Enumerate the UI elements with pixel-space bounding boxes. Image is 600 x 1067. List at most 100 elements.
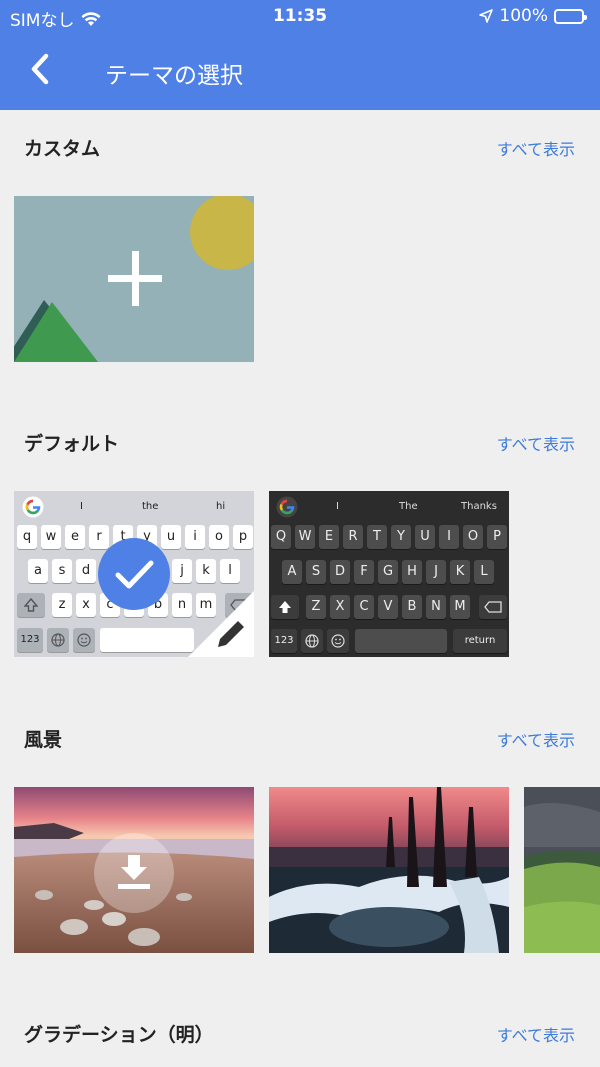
theme-tile-beach-sunset[interactable] xyxy=(14,787,254,953)
key: e xyxy=(65,525,85,549)
back-button[interactable] xyxy=(22,46,62,92)
key: x xyxy=(76,593,96,617)
key: T xyxy=(367,525,387,549)
return-key: return xyxy=(453,629,507,653)
google-logo-icon xyxy=(22,496,44,518)
app-bar: SIMなし 11:35 100% テーマの選択 xyxy=(0,0,600,110)
key: j xyxy=(172,559,192,583)
shift-key xyxy=(17,593,45,617)
page-title: テーマの選択 xyxy=(105,63,243,89)
key: I xyxy=(439,525,459,549)
suggestion-word: The xyxy=(399,501,418,512)
key: L xyxy=(474,560,494,584)
download-icon xyxy=(94,833,174,913)
key: O xyxy=(463,525,483,549)
key: R xyxy=(343,525,363,549)
key: P xyxy=(487,525,507,549)
google-logo-icon xyxy=(276,496,298,518)
section-title: デフォルト xyxy=(24,433,120,455)
see-all-link[interactable]: すべて表示 xyxy=(497,431,575,455)
key: J xyxy=(426,560,446,584)
see-all-link[interactable]: すべて表示 xyxy=(497,136,575,160)
key: l xyxy=(220,559,240,583)
key: H xyxy=(402,560,422,584)
globe-key xyxy=(301,629,323,653)
shift-key xyxy=(271,595,299,619)
suggestion-word: I xyxy=(80,501,83,512)
key: a xyxy=(28,559,48,583)
battery-icon xyxy=(554,8,587,24)
backspace-icon xyxy=(484,601,502,613)
key: W xyxy=(295,525,315,549)
see-all-link[interactable]: すべて表示 xyxy=(497,727,575,751)
theme-tile-frozen-waterfall[interactable] xyxy=(269,787,509,953)
emoji-icon xyxy=(77,633,91,647)
key: X xyxy=(330,595,350,619)
key: N xyxy=(426,595,446,619)
section-header-default: デフォルト すべて表示 xyxy=(0,421,600,461)
section-title: カスタム xyxy=(24,138,101,160)
key: q xyxy=(17,525,37,549)
chevron-left-icon xyxy=(31,53,49,85)
suggestion-word: I xyxy=(336,501,339,512)
key: S xyxy=(306,560,326,584)
section-header-landscape: 風景 すべて表示 xyxy=(0,717,600,757)
key: C xyxy=(354,595,374,619)
key: M xyxy=(450,595,470,619)
shift-icon xyxy=(23,597,39,612)
space-key xyxy=(355,629,447,653)
theme-tile-light-keyboard[interactable]: I the hi q w e r t y u i o p a s d f g h… xyxy=(14,491,254,657)
shift-icon xyxy=(279,601,291,613)
suggestion-word: Thanks xyxy=(461,501,497,512)
key: d xyxy=(76,559,96,583)
theme-tile-green-hills[interactable] xyxy=(524,787,600,953)
emoji-icon xyxy=(331,634,345,648)
status-bar: SIMなし 11:35 100% xyxy=(0,0,600,32)
globe-icon xyxy=(51,633,65,647)
section-header-custom: カスタム すべて表示 xyxy=(0,126,600,166)
key: w xyxy=(41,525,61,549)
key: o xyxy=(209,525,229,549)
green-hills-image xyxy=(524,787,600,953)
checkmark-icon xyxy=(115,560,154,589)
key: Q xyxy=(271,525,291,549)
emoji-key xyxy=(73,628,95,652)
toolbar: テーマの選択 xyxy=(0,32,600,110)
section-title: 風景 xyxy=(24,729,63,751)
location-arrow-icon xyxy=(479,9,494,23)
numbers-key: 123 xyxy=(271,629,297,653)
key: B xyxy=(402,595,422,619)
frozen-waterfall-image xyxy=(269,787,509,953)
emoji-key xyxy=(327,629,349,653)
edit-theme-button[interactable] xyxy=(188,591,254,657)
key: A xyxy=(282,560,302,584)
key: Y xyxy=(391,525,411,549)
suggestion-strip: I The Thanks xyxy=(269,491,509,521)
key: F xyxy=(354,560,374,584)
add-custom-theme-tile[interactable] xyxy=(14,196,254,362)
globe-key xyxy=(47,628,69,652)
key: G xyxy=(378,560,398,584)
key: E xyxy=(319,525,339,549)
numbers-key: 123 xyxy=(17,628,43,652)
section-header-gradient-light: グラデーション（明） すべて表示 xyxy=(0,1012,600,1052)
key: s xyxy=(52,559,72,583)
globe-icon xyxy=(305,634,319,648)
key: K xyxy=(450,560,470,584)
selected-check-badge xyxy=(98,538,170,610)
key: Z xyxy=(306,595,326,619)
theme-tile-dark-keyboard[interactable]: I The Thanks Q W E R T Y U I O P A S D F… xyxy=(269,491,509,657)
key: p xyxy=(233,525,253,549)
suggestion-strip: I the hi xyxy=(14,491,254,521)
battery-percent: 100% xyxy=(499,6,548,26)
key: V xyxy=(378,595,398,619)
suggestion-word: hi xyxy=(216,501,226,512)
see-all-link[interactable]: すべて表示 xyxy=(497,1022,575,1046)
key: i xyxy=(185,525,205,549)
status-right: 100% xyxy=(479,6,587,26)
key: k xyxy=(196,559,216,583)
key: D xyxy=(330,560,350,584)
suggestion-word: the xyxy=(142,501,159,512)
add-icon xyxy=(108,251,162,306)
section-title: グラデーション（明） xyxy=(24,1024,214,1046)
